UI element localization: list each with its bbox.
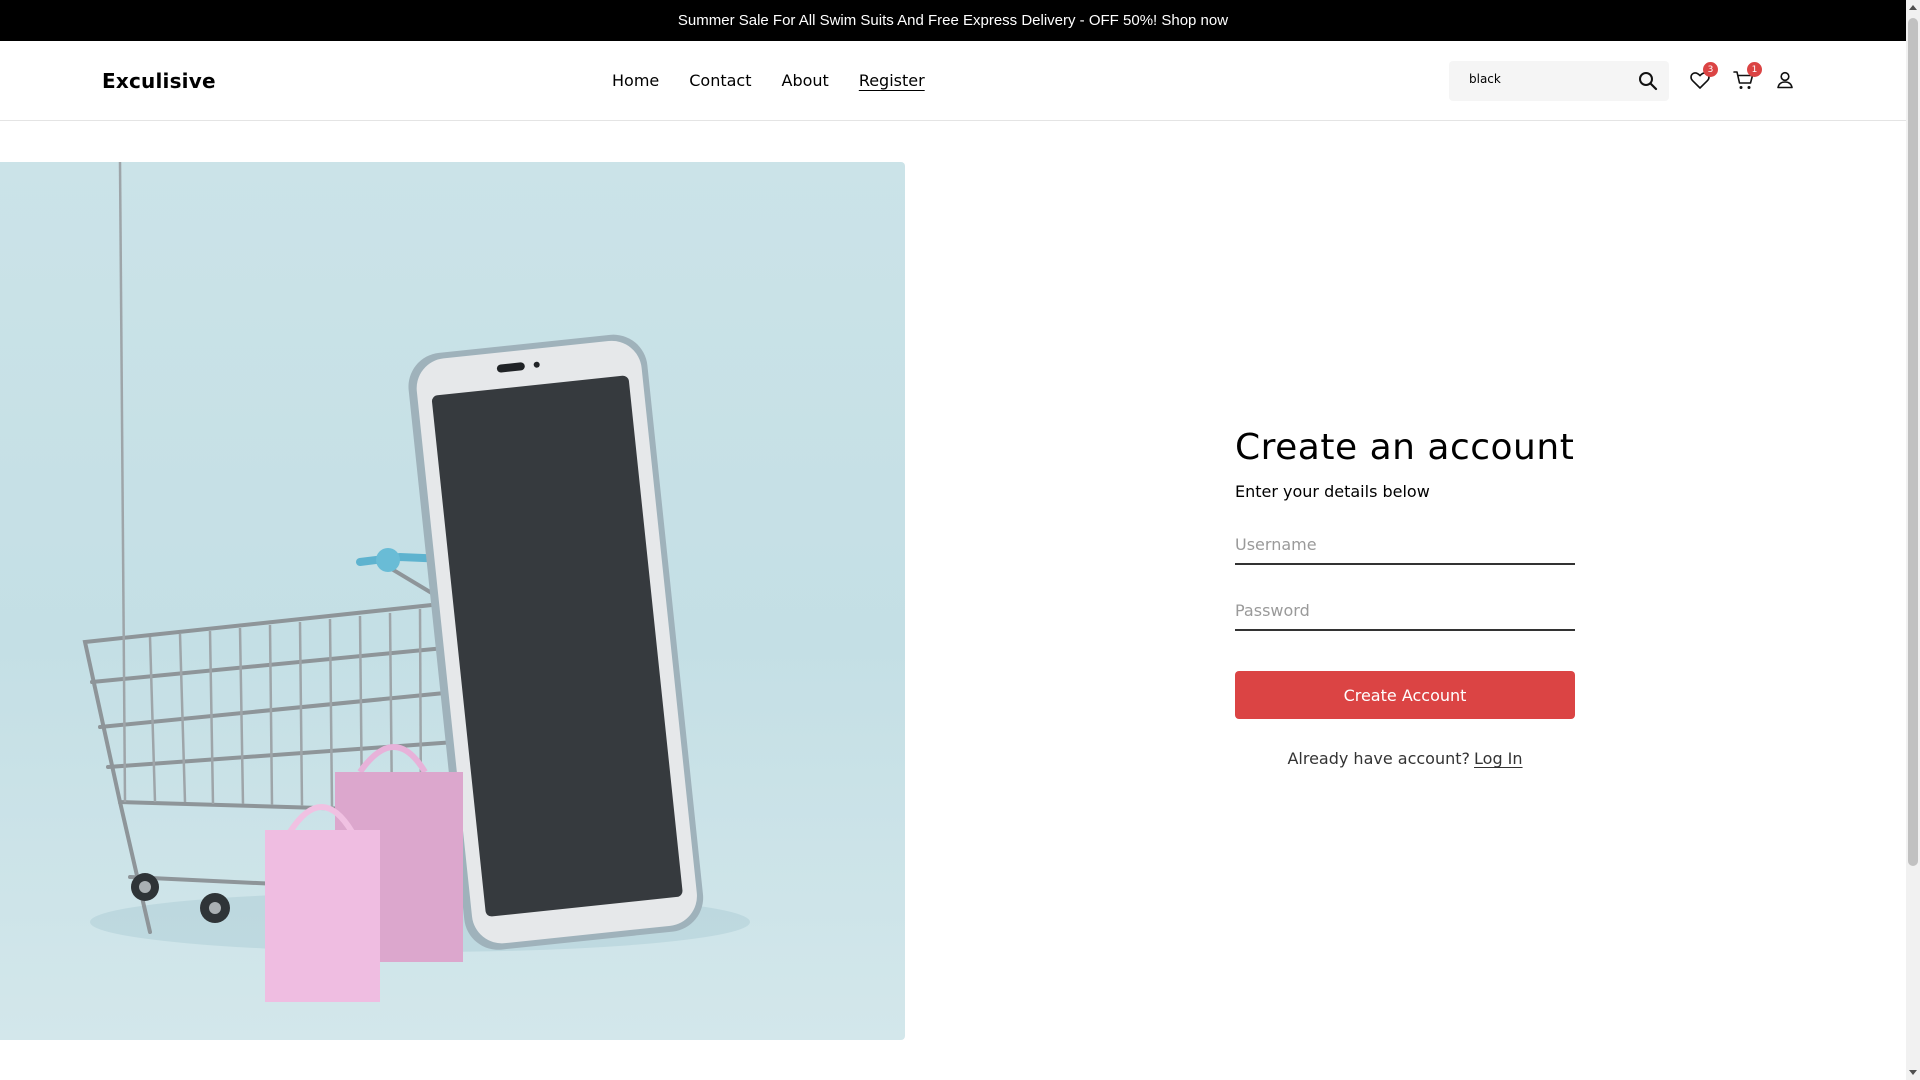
- password-field-wrapper: [1235, 595, 1575, 631]
- password-input[interactable]: [1235, 595, 1575, 625]
- username-field-wrapper: [1235, 529, 1575, 565]
- shopping-cart-illustration: [82, 162, 750, 1002]
- search-icon[interactable]: [1637, 70, 1659, 92]
- page-scrollbar[interactable]: [1906, 0, 1920, 1080]
- signup-form: Create an account Enter your details bel…: [1235, 424, 1575, 768]
- search-box: [1449, 61, 1669, 101]
- promo-banner: Summer Sale For All Swim Suits And Free …: [0, 0, 1906, 41]
- scroll-down-icon[interactable]: [1909, 1070, 1917, 1075]
- login-prompt-text: Already have account?: [1287, 749, 1471, 768]
- form-title: Create an account: [1235, 427, 1575, 468]
- username-input[interactable]: [1235, 529, 1575, 559]
- site-header: Exculisive Home Contact About Register 3…: [0, 41, 1906, 121]
- nav-home[interactable]: Home: [612, 71, 659, 90]
- hero-image: [0, 162, 905, 1040]
- create-account-button[interactable]: Create Account: [1235, 671, 1575, 719]
- search-input[interactable]: [1469, 72, 1629, 86]
- wishlist-count-badge: 3: [1703, 62, 1718, 77]
- nav-contact[interactable]: Contact: [689, 71, 751, 90]
- form-subtitle: Enter your details below: [1235, 482, 1430, 501]
- account-button[interactable]: [1773, 68, 1799, 94]
- nav-about[interactable]: About: [782, 71, 829, 90]
- site-logo[interactable]: Exculisive: [102, 69, 216, 93]
- scrollbar-thumb[interactable]: [1908, 18, 1918, 866]
- nav-register[interactable]: Register: [859, 71, 925, 90]
- login-link[interactable]: Log In: [1474, 749, 1523, 768]
- login-prompt: Already have account? Log In: [1235, 749, 1575, 768]
- main-nav: Home Contact About Register: [612, 71, 955, 90]
- scroll-up-icon[interactable]: [1909, 5, 1917, 10]
- cart-count-badge: 1: [1747, 62, 1762, 77]
- cart-button[interactable]: 1: [1732, 62, 1762, 94]
- user-icon: [1777, 71, 1793, 89]
- promo-text: Summer Sale For All Swim Suits And Free …: [677, 12, 1229, 29]
- wishlist-button[interactable]: 3: [1688, 62, 1718, 94]
